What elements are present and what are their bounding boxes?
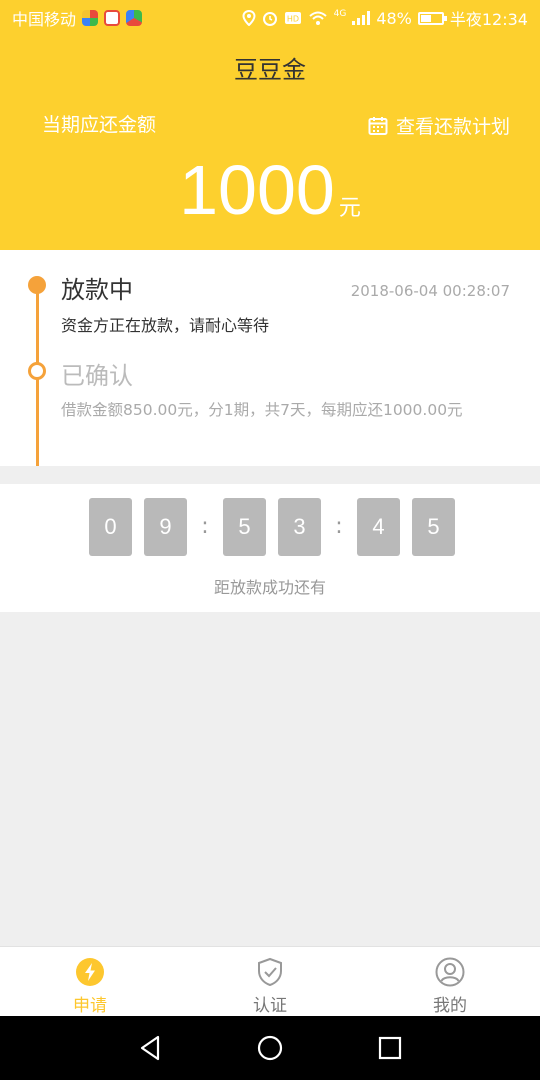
hd-icon: HD <box>284 12 301 24</box>
loan-status-timeline: 放款中 2018-06-04 00:28:07 资金方正在放款，请耐心等待 已确… <box>0 250 540 466</box>
notification-app-icon <box>126 10 143 26</box>
view-plan-label: 查看还款计划 <box>395 116 510 138</box>
page-title: 豆豆金 <box>234 56 306 84</box>
bottom-tab-bar: 申请 认证 我的 <box>0 946 540 1016</box>
amount-unit: 元 <box>338 196 361 221</box>
clock: 半夜12:34 <box>449 10 528 29</box>
countdown-digits: 0 9 : 5 3 : 4 5 <box>89 498 455 556</box>
tab-label: 我的 <box>433 996 467 1016</box>
countdown-digit: 0 <box>89 498 132 556</box>
timeline-dot-active <box>28 276 46 294</box>
notification-app-icon <box>104 10 121 26</box>
step-title: 放款中 <box>61 276 133 304</box>
shield-check-icon <box>258 957 282 987</box>
notification-app-icon <box>82 10 99 26</box>
user-icon <box>435 957 465 987</box>
countdown-digit: 3 <box>278 498 321 556</box>
tab-verify[interactable]: 认证 <box>180 947 360 1016</box>
alarm-icon <box>262 12 277 26</box>
status-right: HD 4G 48% 半夜12:34 <box>242 6 528 30</box>
countdown-digit: 5 <box>223 498 266 556</box>
battery-icon <box>417 11 447 25</box>
signal-icon <box>352 11 371 25</box>
location-icon <box>242 10 256 26</box>
step-title: 已确认 <box>61 362 133 390</box>
back-icon <box>140 1035 160 1061</box>
timeline-dot-done <box>28 362 46 380</box>
step-description: 借款金额850.00元，分1期，共7天，每期应还1000.00元 <box>61 401 463 419</box>
tab-mine[interactable]: 我的 <box>360 947 540 1016</box>
countdown-separator: : <box>335 514 343 539</box>
calendar-icon <box>368 116 388 135</box>
svg-text:HD: HD <box>287 15 299 24</box>
amount-row: 1000 元 <box>0 154 540 226</box>
repayment-header: 豆豆金 当期应还金额 查看还款计划 1000 元 <box>0 36 540 250</box>
period-amount-label: 当期应还金额 <box>42 114 157 136</box>
home-icon <box>257 1035 283 1061</box>
countdown-label: 距放款成功还有 <box>213 578 326 597</box>
carrier-text: 中国移动 <box>12 10 77 29</box>
tab-label: 认证 <box>253 996 287 1016</box>
countdown-digit: 9 <box>144 498 187 556</box>
tab-apply[interactable]: 申请 <box>0 947 180 1016</box>
due-amount: 1000 <box>179 151 335 229</box>
network-type: 4G <box>333 9 347 19</box>
countdown-digit: 4 <box>357 498 400 556</box>
view-plan-link[interactable]: 查看还款计划 <box>368 112 510 139</box>
home-button[interactable] <box>250 1028 290 1068</box>
back-button[interactable] <box>130 1028 170 1068</box>
recents-icon <box>378 1036 402 1060</box>
lightning-icon <box>76 958 104 986</box>
countdown-digit: 5 <box>412 498 455 556</box>
step-timestamp: 2018-06-04 00:28:07 <box>350 282 510 300</box>
status-bar: 中国移动 HD 4G 48% 半夜12:34 <box>0 0 540 36</box>
recents-button[interactable] <box>370 1028 410 1068</box>
tab-label: 申请 <box>73 996 107 1016</box>
system-nav-bar <box>0 1016 540 1080</box>
step-description: 资金方正在放款，请耐心等待 <box>61 316 270 335</box>
countdown-separator: : <box>201 514 209 539</box>
status-left: 中国移动 <box>12 6 143 30</box>
battery-percent: 48% <box>376 8 412 28</box>
wifi-icon <box>308 11 327 25</box>
disbursement-countdown: 0 9 : 5 3 : 4 5 距放款成功还有 <box>0 484 540 612</box>
